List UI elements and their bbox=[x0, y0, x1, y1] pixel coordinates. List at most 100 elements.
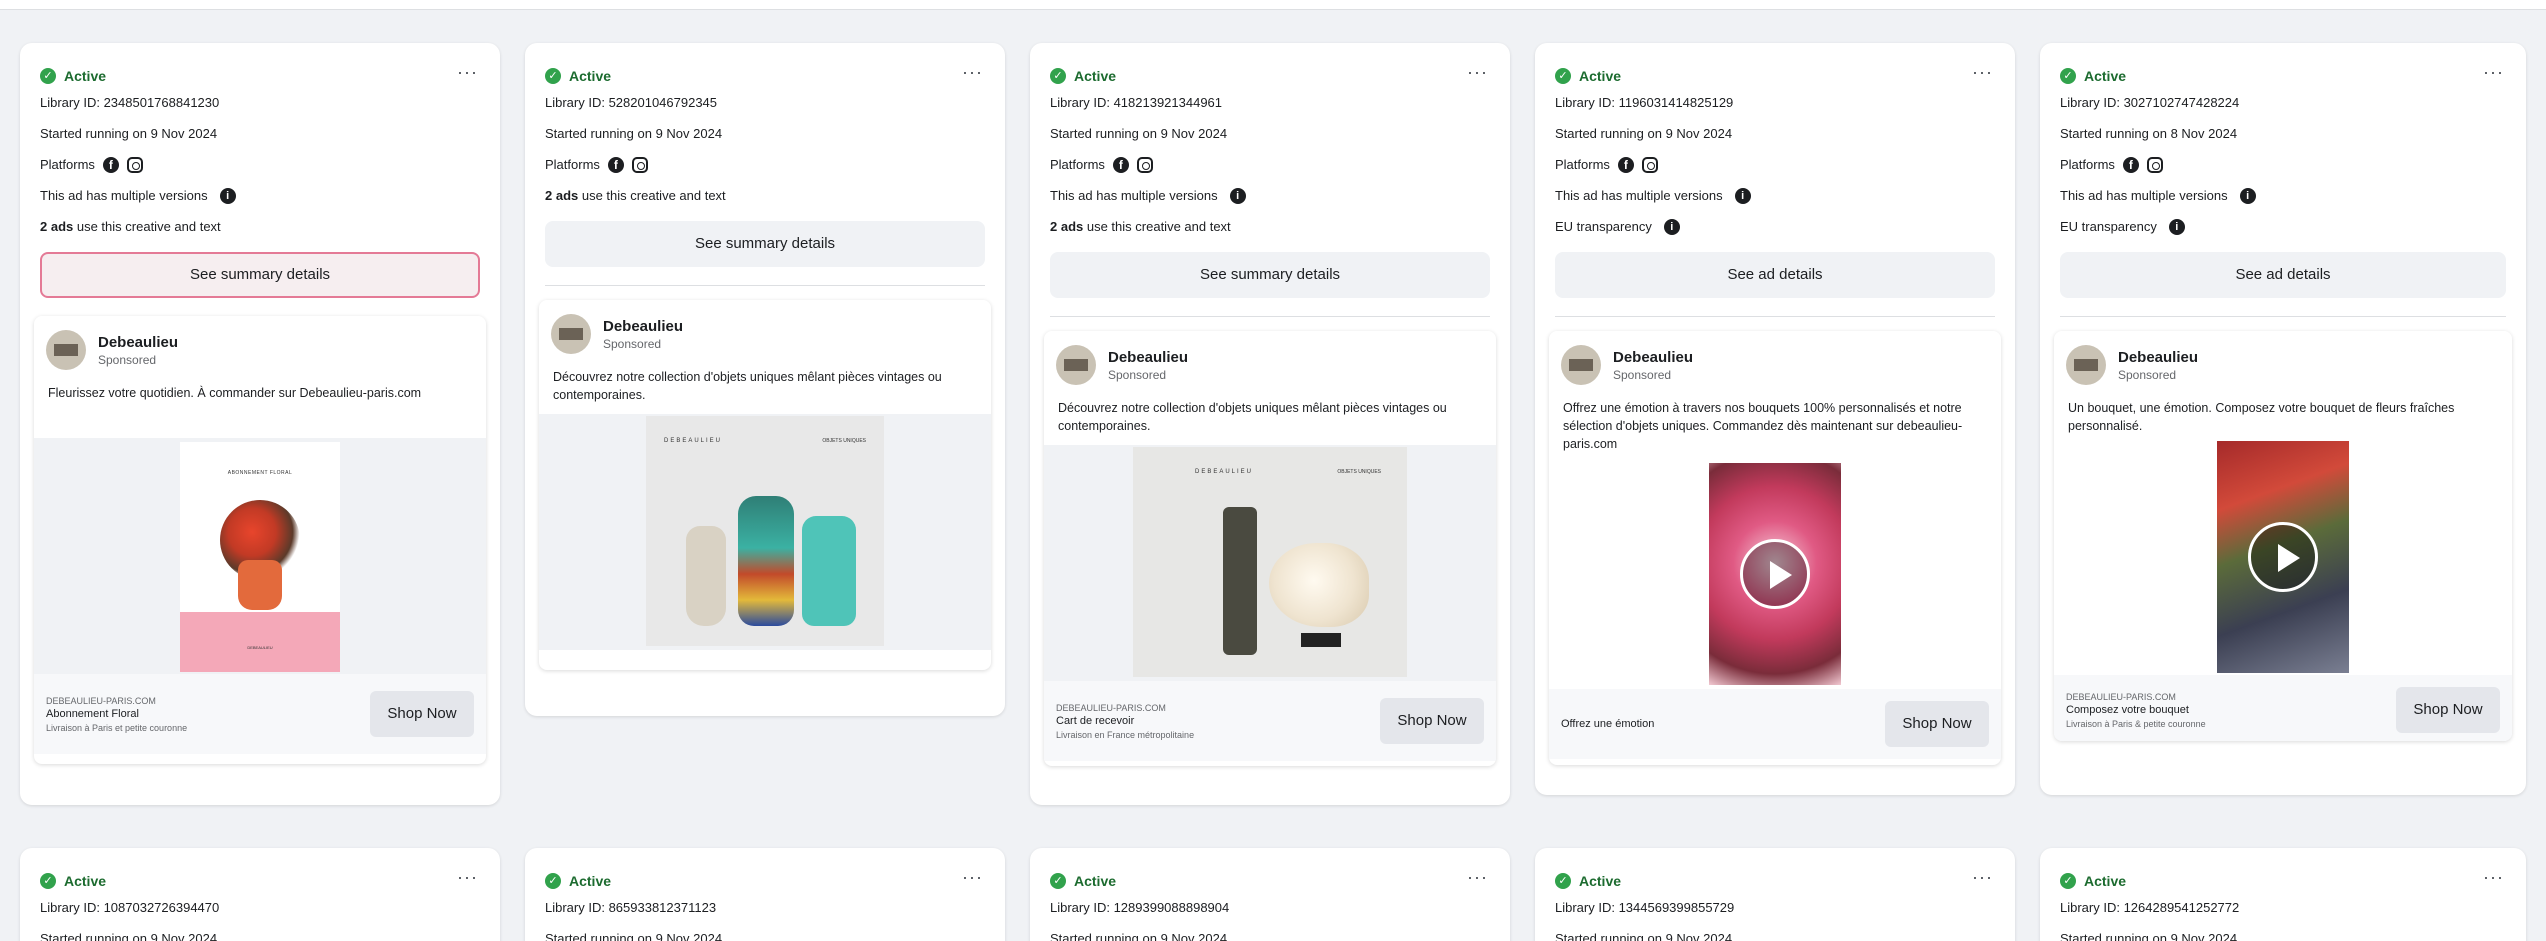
info-icon[interactable]: i bbox=[2239, 187, 2256, 204]
creative-brand: DEBEAULIEU bbox=[1195, 469, 1254, 475]
ad-card-8: ✓ Active ··· Library ID: 128939908889890… bbox=[1030, 848, 1510, 941]
info-icon[interactable]: i bbox=[1663, 218, 1680, 235]
status-badge: ✓ Active bbox=[1555, 870, 1995, 892]
sponsored-label: Sponsored bbox=[98, 352, 157, 367]
library-id: Library ID: 1196031414825129 bbox=[1555, 95, 1734, 110]
more-options-button[interactable]: ··· bbox=[457, 63, 478, 81]
status-badge: ✓ Active bbox=[545, 870, 985, 892]
more-options-button[interactable]: ··· bbox=[962, 868, 983, 886]
play-icon[interactable] bbox=[2248, 522, 2318, 592]
creative-tag: OBJETS UNIQUES bbox=[822, 438, 866, 444]
ad-body-text: Découvrez notre collection d'objets uniq… bbox=[1058, 401, 1447, 433]
advertiser-avatar[interactable] bbox=[1056, 345, 1096, 385]
info-icon[interactable]: i bbox=[2168, 218, 2185, 235]
status-label: Active bbox=[1579, 873, 1622, 889]
ad-creative-image[interactable]: ABONNEMENT FLORAL DEBEAULIEU bbox=[34, 438, 486, 674]
status-badge: ✓ Active bbox=[545, 65, 985, 87]
info-icon[interactable]: i bbox=[219, 187, 236, 204]
advertiser-avatar[interactable] bbox=[2066, 345, 2106, 385]
platforms-label: Platforms bbox=[1555, 157, 1610, 172]
divider bbox=[2060, 316, 2506, 317]
advertiser-avatar[interactable] bbox=[1561, 345, 1601, 385]
cta-description: Livraison à Paris & petite couronne bbox=[2066, 718, 2206, 729]
platforms: Platforms f bbox=[545, 149, 985, 180]
cta-domain: DEBEAULIEU-PARIS.COM bbox=[46, 695, 156, 706]
cta-title: Abonnement Floral bbox=[46, 707, 139, 720]
more-options-button[interactable]: ··· bbox=[962, 63, 983, 81]
status-badge: ✓ Active bbox=[1050, 65, 1490, 87]
more-options-button[interactable]: ··· bbox=[1467, 63, 1488, 81]
divider bbox=[1050, 316, 1490, 317]
started-running: Started running on 9 Nov 2024 bbox=[1555, 931, 1733, 941]
status-label: Active bbox=[1074, 873, 1117, 889]
library-id: Library ID: 1087032726394470 bbox=[40, 900, 220, 915]
info-icon[interactable]: i bbox=[1734, 187, 1751, 204]
shop-now-button[interactable]: Shop Now bbox=[2396, 687, 2500, 733]
platforms: Platforms f bbox=[40, 149, 480, 180]
advertiser-name[interactable]: Debeaulieu bbox=[603, 318, 683, 335]
library-id: Library ID: 1344569399855729 bbox=[1555, 900, 1735, 915]
shop-now-button[interactable]: Shop Now bbox=[1885, 701, 1989, 747]
ad-card-6: ✓ Active ··· Library ID: 108703272639447… bbox=[20, 848, 500, 941]
creative-brand: DEBEAULIEU bbox=[664, 438, 723, 444]
ad-creative-image[interactable]: DEBEAULIEU OBJETS UNIQUES bbox=[1044, 445, 1496, 681]
ad-video[interactable] bbox=[2054, 441, 2512, 675]
ad-card-1: ✓ Active ··· Library ID: 234850176884123… bbox=[20, 43, 500, 805]
ad-video[interactable] bbox=[1549, 463, 2001, 689]
more-options-button[interactable]: ··· bbox=[1972, 868, 1993, 886]
status-badge: ✓ Active bbox=[40, 870, 480, 892]
see-ad-details-button[interactable]: See ad details bbox=[2060, 252, 2506, 298]
ad-cta-bar: DEBEAULIEU-PARIS.COM Cart de recevoir Li… bbox=[1044, 681, 1496, 761]
ads-count-suffix: use this creative and text bbox=[578, 188, 726, 203]
multiple-versions: This ad has multiple versions i bbox=[2060, 180, 2506, 211]
ad-preview: Debeaulieu Sponsored Offrez une émotion … bbox=[1549, 331, 2001, 765]
started-running: Started running on 9 Nov 2024 bbox=[40, 931, 218, 941]
cta-title: Cart de recevoir bbox=[1056, 714, 1135, 727]
advertiser-avatar[interactable] bbox=[46, 330, 86, 370]
see-ad-details-button[interactable]: See ad details bbox=[1555, 252, 1995, 298]
advertiser-name[interactable]: Debeaulieu bbox=[1613, 349, 1693, 366]
status-label: Active bbox=[1579, 68, 1622, 84]
instagram-icon bbox=[126, 156, 143, 173]
shop-now-button[interactable]: Shop Now bbox=[1380, 698, 1484, 744]
more-options-button[interactable]: ··· bbox=[2483, 63, 2504, 81]
ad-body-text: Découvrez notre collection d'objets uniq… bbox=[553, 370, 942, 402]
platforms-label: Platforms bbox=[2060, 157, 2115, 172]
advertiser-name[interactable]: Debeaulieu bbox=[2118, 349, 2198, 366]
ad-card-3: ✓ Active ··· Library ID: 418213921344961… bbox=[1030, 43, 1510, 805]
status-label: Active bbox=[1074, 68, 1117, 84]
ad-preview: Debeaulieu Sponsored Un bouquet, une émo… bbox=[2054, 331, 2512, 741]
info-icon[interactable]: i bbox=[1229, 187, 1246, 204]
see-summary-details-button[interactable]: See summary details bbox=[40, 252, 480, 298]
status-label: Active bbox=[569, 873, 612, 889]
advertiser-name[interactable]: Debeaulieu bbox=[98, 334, 178, 351]
ads-count-number: 2 ads bbox=[1050, 219, 1084, 234]
ads-count: 2 ads use this creative and text bbox=[545, 180, 985, 211]
ad-body-text: Un bouquet, une émotion. Composez votre … bbox=[2068, 401, 2455, 433]
started-running: Started running on 9 Nov 2024 bbox=[2060, 931, 2238, 941]
more-options-button[interactable]: ··· bbox=[1972, 63, 1993, 81]
advertiser-name[interactable]: Debeaulieu bbox=[1108, 349, 1188, 366]
see-summary-details-button[interactable]: See summary details bbox=[1050, 252, 1490, 298]
sponsored-label: Sponsored bbox=[1108, 367, 1167, 382]
ad-creative-image[interactable]: DEBEAULIEU OBJETS UNIQUES bbox=[539, 414, 991, 650]
status-badge: ✓ Active bbox=[1050, 870, 1490, 892]
cta-domain: DEBEAULIEU-PARIS.COM bbox=[1056, 702, 1166, 713]
play-icon[interactable] bbox=[1740, 539, 1810, 609]
advertiser-avatar[interactable] bbox=[551, 314, 591, 354]
shop-now-button[interactable]: Shop Now bbox=[370, 691, 474, 737]
multiple-versions: This ad has multiple versions i bbox=[1555, 180, 1995, 211]
sponsored-label: Sponsored bbox=[603, 336, 662, 351]
status-label: Active bbox=[2084, 873, 2127, 889]
creative-footer: DEBEAULIEU bbox=[247, 645, 273, 650]
ad-card-10: ✓ Active ··· Library ID: 126428954125277… bbox=[2040, 848, 2526, 941]
more-options-button[interactable]: ··· bbox=[1467, 868, 1488, 886]
see-summary-details-button[interactable]: See summary details bbox=[545, 221, 985, 267]
versions-label: This ad has multiple versions bbox=[1050, 188, 1218, 203]
versions-label: This ad has multiple versions bbox=[40, 188, 208, 203]
check-circle-icon: ✓ bbox=[1555, 68, 1571, 84]
ad-cta-bar: Offrez une émotion Shop Now bbox=[1549, 689, 2001, 759]
top-bar bbox=[0, 0, 2546, 10]
more-options-button[interactable]: ··· bbox=[2483, 868, 2504, 886]
more-options-button[interactable]: ··· bbox=[457, 868, 478, 886]
